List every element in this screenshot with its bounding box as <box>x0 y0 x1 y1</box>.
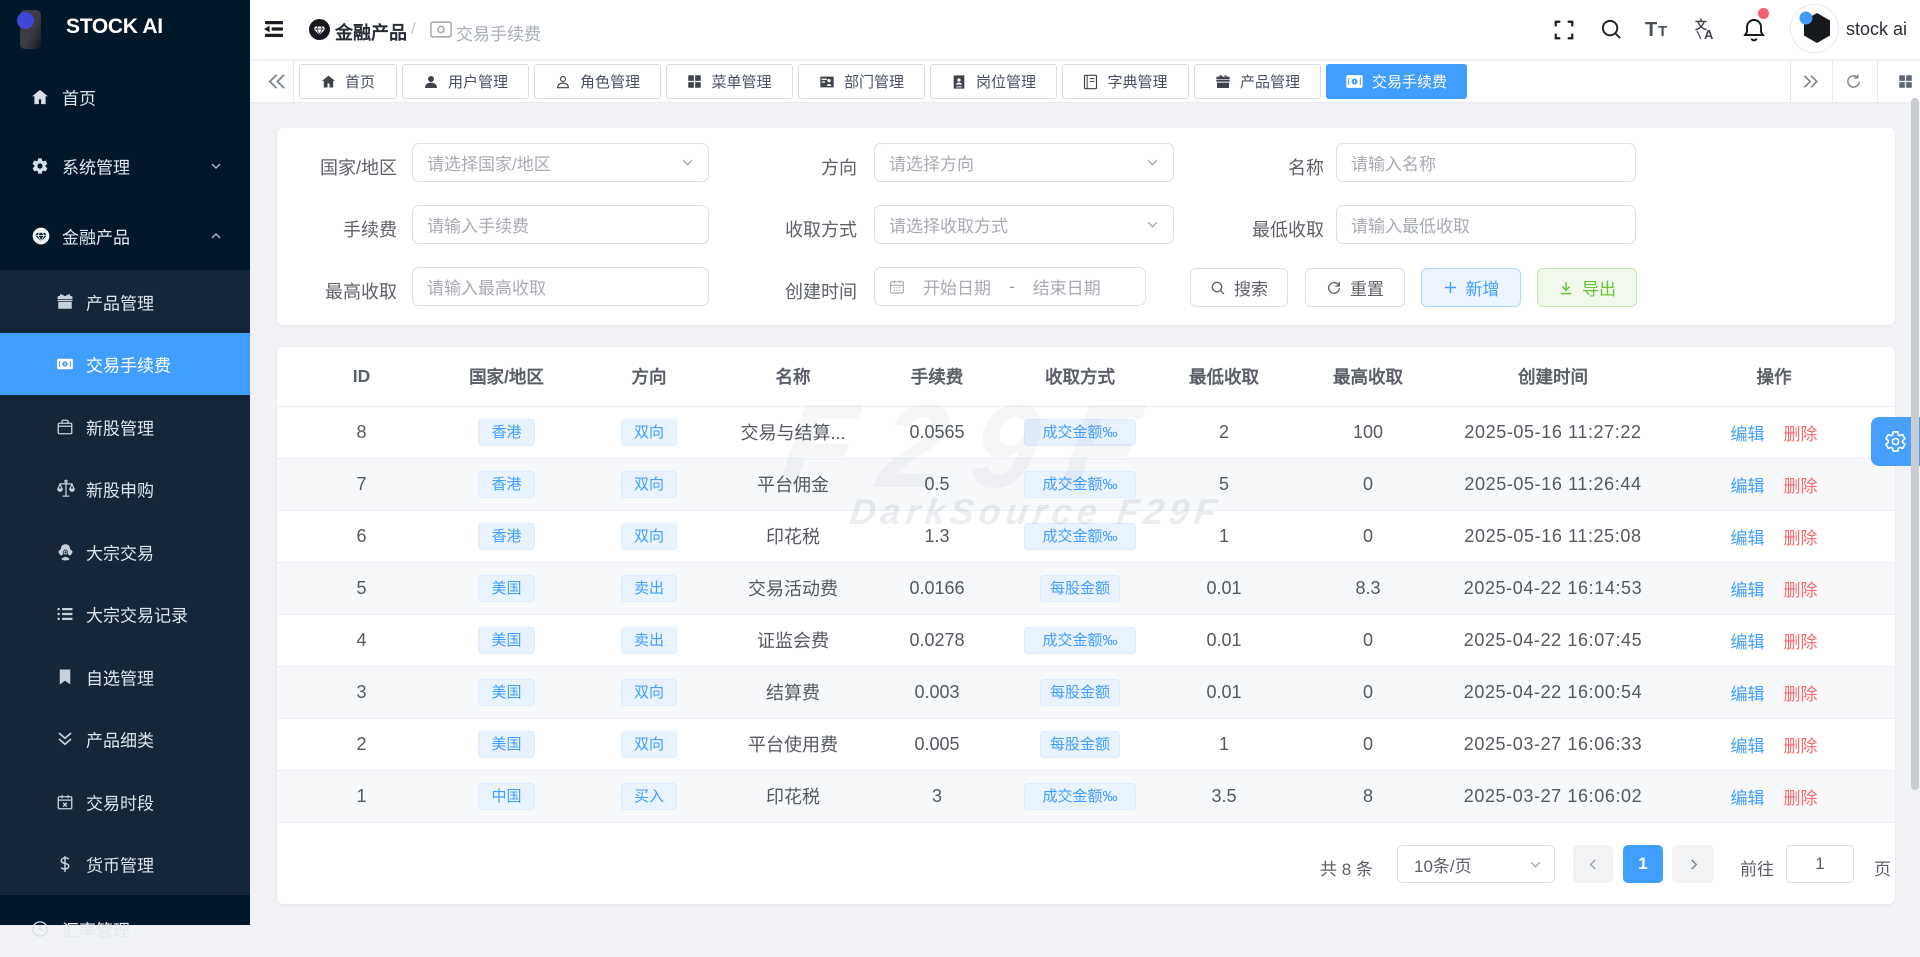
svg-text:T: T <box>1645 20 1657 40</box>
svg-text:T: T <box>1658 23 1667 40</box>
svg-text:A: A <box>1704 27 1714 42</box>
